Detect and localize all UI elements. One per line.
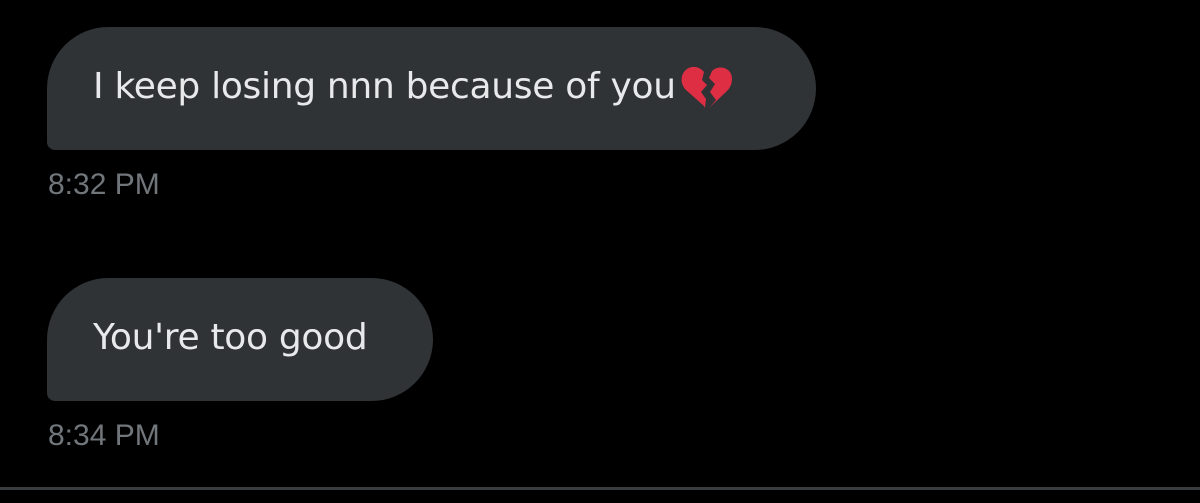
message-text: I keep losing nnn because of you — [93, 66, 676, 107]
message-thread: I keep losing nnn because of you 8:32 PM… — [0, 0, 1200, 503]
broken-heart-icon — [678, 63, 734, 111]
message-bubble[interactable]: You're too good — [47, 278, 433, 401]
message-text: You're too good — [93, 317, 368, 358]
message-bubble[interactable]: I keep losing nnn because of you — [47, 27, 816, 150]
message-timestamp: 8:32 PM — [48, 168, 160, 201]
message-timestamp: 8:34 PM — [48, 419, 160, 452]
divider — [0, 487, 1200, 490]
